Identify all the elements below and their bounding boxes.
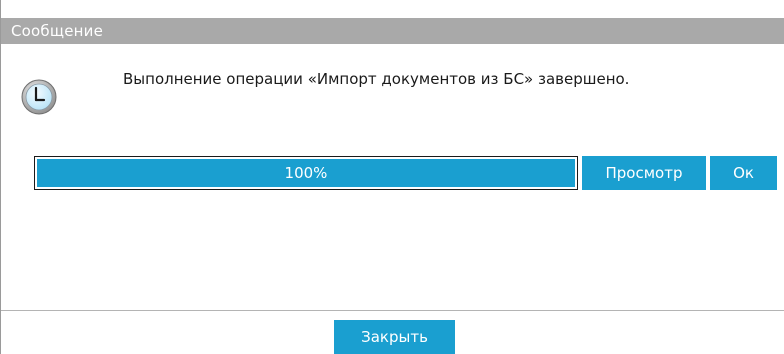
message-dialog: Сообщение Выполнение операции «Импорт до… (0, 0, 784, 354)
close-button[interactable]: Закрыть (334, 320, 455, 354)
progress-fill: 100% (37, 159, 575, 187)
ok-button[interactable]: Ок (710, 156, 777, 190)
progress-bar: 100% (34, 156, 578, 190)
dialog-message: Выполнение операции «Импорт документов и… (123, 70, 630, 88)
clock-icon (21, 79, 57, 115)
dialog-title: Сообщение (11, 22, 104, 40)
progress-label: 100% (284, 164, 328, 182)
view-button[interactable]: Просмотр (582, 156, 706, 190)
dialog-titlebar[interactable]: Сообщение (1, 18, 784, 44)
footer-divider (1, 310, 784, 311)
